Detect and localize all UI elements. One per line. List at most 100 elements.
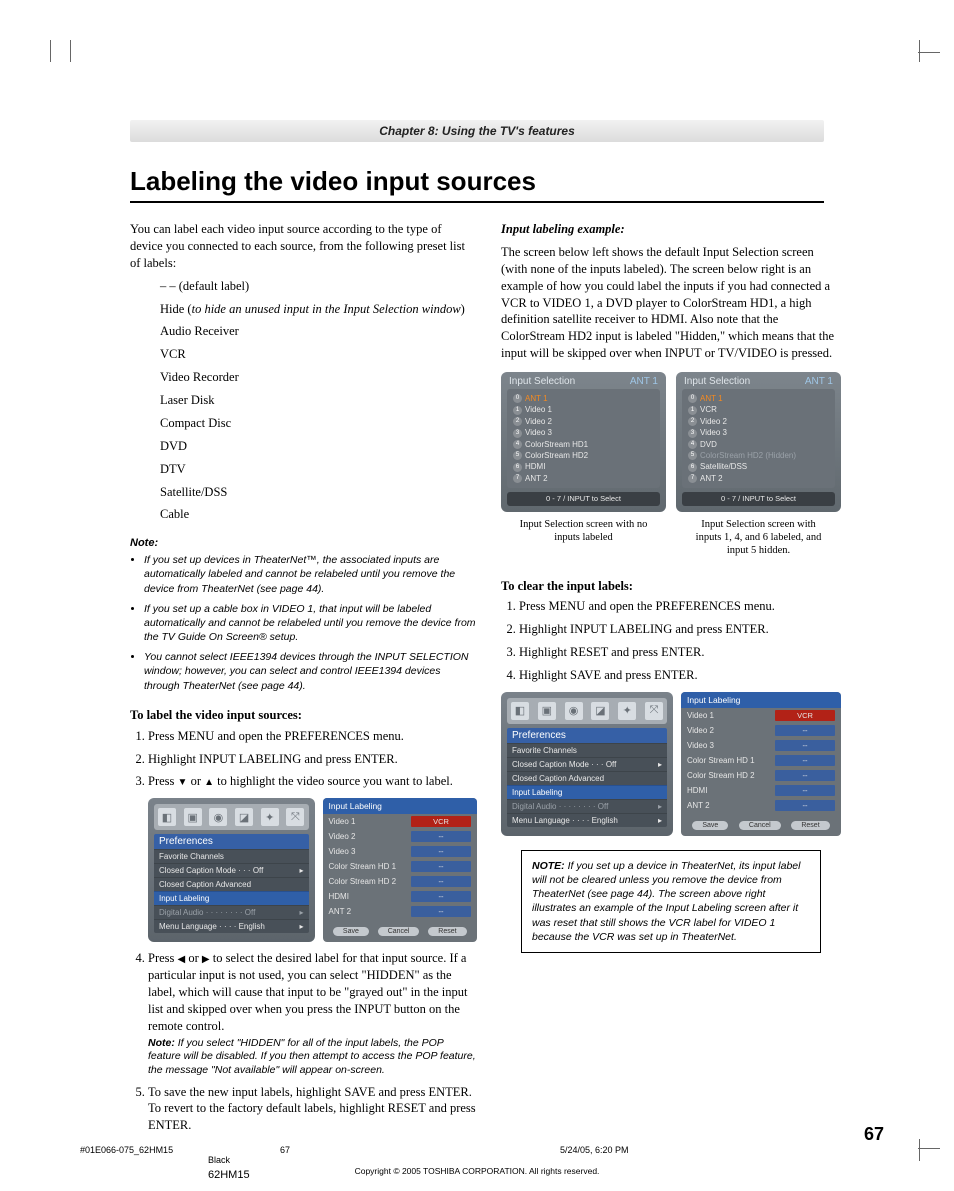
il-row: HDMI--: [681, 783, 841, 798]
label-item: Audio Receiver: [160, 323, 477, 340]
osd-ant: ANT 1: [805, 376, 833, 387]
footer-model: 62HM15: [208, 1169, 894, 1181]
osd-item: Video 1: [525, 405, 552, 414]
pref-item: Favorite Channels: [507, 743, 667, 757]
step: Press ▼ or ▲ to highlight the video sour…: [148, 773, 477, 790]
osd-item: ANT 1: [700, 394, 723, 403]
osd-ant: ANT 1: [630, 376, 658, 387]
il-row: Color Stream HD 2--: [323, 874, 478, 889]
note-item: If you set up devices in TheaterNet™, th…: [144, 553, 477, 596]
il-title: Input Labeling: [323, 798, 478, 814]
osd-left: Input SelectionANT 1 0ANT 1 1Video 1 2Vi…: [501, 372, 666, 512]
pref-item: Menu Language · · · · English▸: [507, 813, 667, 827]
note-item: You cannot select IEEE1394 devices throu…: [144, 650, 477, 693]
step: Press ◀ or ▶ to select the desired label…: [148, 950, 477, 1077]
pref-item: Closed Caption Advanced: [154, 877, 309, 891]
osd-item: Video 2: [525, 417, 552, 426]
il-row: ANT 2--: [681, 798, 841, 813]
osd-combo-right: ◧ ▣ ◉ ◪ ✦ ⤧ Preferences Favorite Channel…: [501, 692, 841, 836]
menu-icon: ⤧: [286, 808, 304, 826]
pref-item: Digital Audio · · · · · · · · Off▸: [154, 905, 309, 919]
step: Highlight RESET and press ENTER.: [519, 644, 841, 661]
label-item: DVD: [160, 438, 477, 455]
menu-icon-row: ◧ ▣ ◉ ◪ ✦ ⤧: [507, 698, 667, 724]
down-triangle-icon: ▼: [178, 776, 188, 790]
footer-date: 5/24/05, 6:20 PM: [560, 1145, 629, 1155]
step: Highlight SAVE and press ENTER.: [519, 667, 841, 684]
section-title: Labeling the video input sources: [130, 166, 824, 197]
preferences-title: Preferences: [507, 728, 667, 743]
preferences-title: Preferences: [154, 834, 309, 849]
pref-item: Closed Caption Mode · · · Off▸: [507, 757, 667, 771]
osd-item: Video 3: [700, 428, 727, 437]
step: Press MENU and open the PREFERENCES menu…: [148, 728, 477, 745]
osd-item: ColorStream HD2: [525, 451, 588, 460]
il-cancel: Cancel: [739, 821, 781, 830]
pref-item: Favorite Channels: [154, 849, 309, 863]
menu-icon: ⤧: [645, 702, 663, 720]
osd-caption-right: Input Selection screen with inputs 1, 4,…: [676, 518, 841, 557]
label-hide: Hide (to hide an unused input in the Inp…: [160, 301, 477, 318]
step: Highlight INPUT LABELING and press ENTER…: [519, 621, 841, 638]
osd-item: Satellite/DSS: [700, 462, 747, 471]
label-item: Satellite/DSS: [160, 484, 477, 501]
osd-item: ANT 2: [700, 474, 723, 483]
chapter-header: Chapter 8: Using the TV's features: [130, 120, 824, 142]
menu-icon: ✦: [261, 808, 279, 826]
il-row: Color Stream HD 2--: [681, 768, 841, 783]
right-triangle-icon: ▶: [202, 953, 210, 967]
il-row: Video 2--: [681, 723, 841, 738]
print-footer: #01E066-075_62HM15 67 5/24/05, 6:20 PM B…: [80, 1145, 894, 1181]
osd-item: HDMI: [525, 462, 545, 471]
il-row: Video 3--: [681, 738, 841, 753]
label-steps: Press MENU and open the PREFERENCES menu…: [148, 728, 477, 791]
label-item: DTV: [160, 461, 477, 478]
osd-title: Input Selection: [684, 376, 750, 387]
osd-footer: 0 - 7 / INPUT to Select: [507, 492, 660, 506]
label-item: Cable: [160, 506, 477, 523]
pref-item-selected: Input Labeling: [507, 785, 667, 799]
il-row: Video 1VCR: [323, 814, 478, 829]
osd-item: VCR: [700, 405, 717, 414]
label-steps-cont: Press ◀ or ▶ to select the desired label…: [148, 950, 477, 1134]
pref-item: Closed Caption Mode · · · Off▸: [154, 863, 309, 877]
osd-item: Video 3: [525, 428, 552, 437]
osd-item: DVD: [700, 440, 717, 449]
il-row: Color Stream HD 1--: [323, 859, 478, 874]
to-clear-heading: To clear the input labels:: [501, 578, 841, 595]
il-row: Video 1VCR: [681, 708, 841, 723]
osd-item: ANT 2: [525, 474, 548, 483]
label-item: Video Recorder: [160, 369, 477, 386]
osd-title: Input Selection: [509, 376, 575, 387]
osd-caption-left: Input Selection screen with no inputs la…: [501, 518, 666, 557]
il-title: Input Labeling: [681, 692, 841, 708]
il-row: ANT 2--: [323, 904, 478, 919]
note-heading: Note:: [130, 537, 477, 549]
label-default: – – (default label): [160, 279, 249, 293]
osd-item: ColorStream HD2 (Hidden): [700, 451, 796, 460]
example-text: The screen below left shows the default …: [501, 244, 841, 362]
pref-item-selected: Input Labeling: [154, 891, 309, 905]
example-heading: Input labeling example:: [501, 221, 841, 238]
menu-icon: ▣: [184, 808, 202, 826]
step: Highlight INPUT LABELING and press ENTER…: [148, 751, 477, 768]
note-item: If you set up a cable box in VIDEO 1, th…: [144, 602, 477, 645]
menu-icon: ◪: [591, 702, 609, 720]
label-item: VCR: [160, 346, 477, 363]
footer-page: 67: [280, 1145, 560, 1155]
label-item: Laser Disk: [160, 392, 477, 409]
footer-job: #01E066-075_62HM15: [80, 1145, 280, 1155]
menu-icon: ◧: [158, 808, 176, 826]
il-row: Video 2--: [323, 829, 478, 844]
input-selection-osd-row: Input SelectionANT 1 0ANT 1 1Video 1 2Vi…: [501, 372, 841, 512]
step: To save the new input labels, highlight …: [148, 1084, 477, 1135]
input-labeling-osd: Input Labeling Video 1VCR Video 2-- Vide…: [681, 692, 841, 836]
note-box: NOTE: If you set up a device in TheaterN…: [521, 850, 821, 953]
title-rule: [130, 201, 824, 203]
preset-label-list: – – (default label) Hide (to hide an unu…: [160, 278, 477, 524]
intro-text: You can label each video input source ac…: [130, 221, 477, 272]
il-reset: Reset: [791, 821, 829, 830]
osd-combo-left: ◧ ▣ ◉ ◪ ✦ ⤧ Preferences Favorite Channel…: [148, 798, 477, 942]
il-row: HDMI--: [323, 889, 478, 904]
osd-item: Video 2: [700, 417, 727, 426]
